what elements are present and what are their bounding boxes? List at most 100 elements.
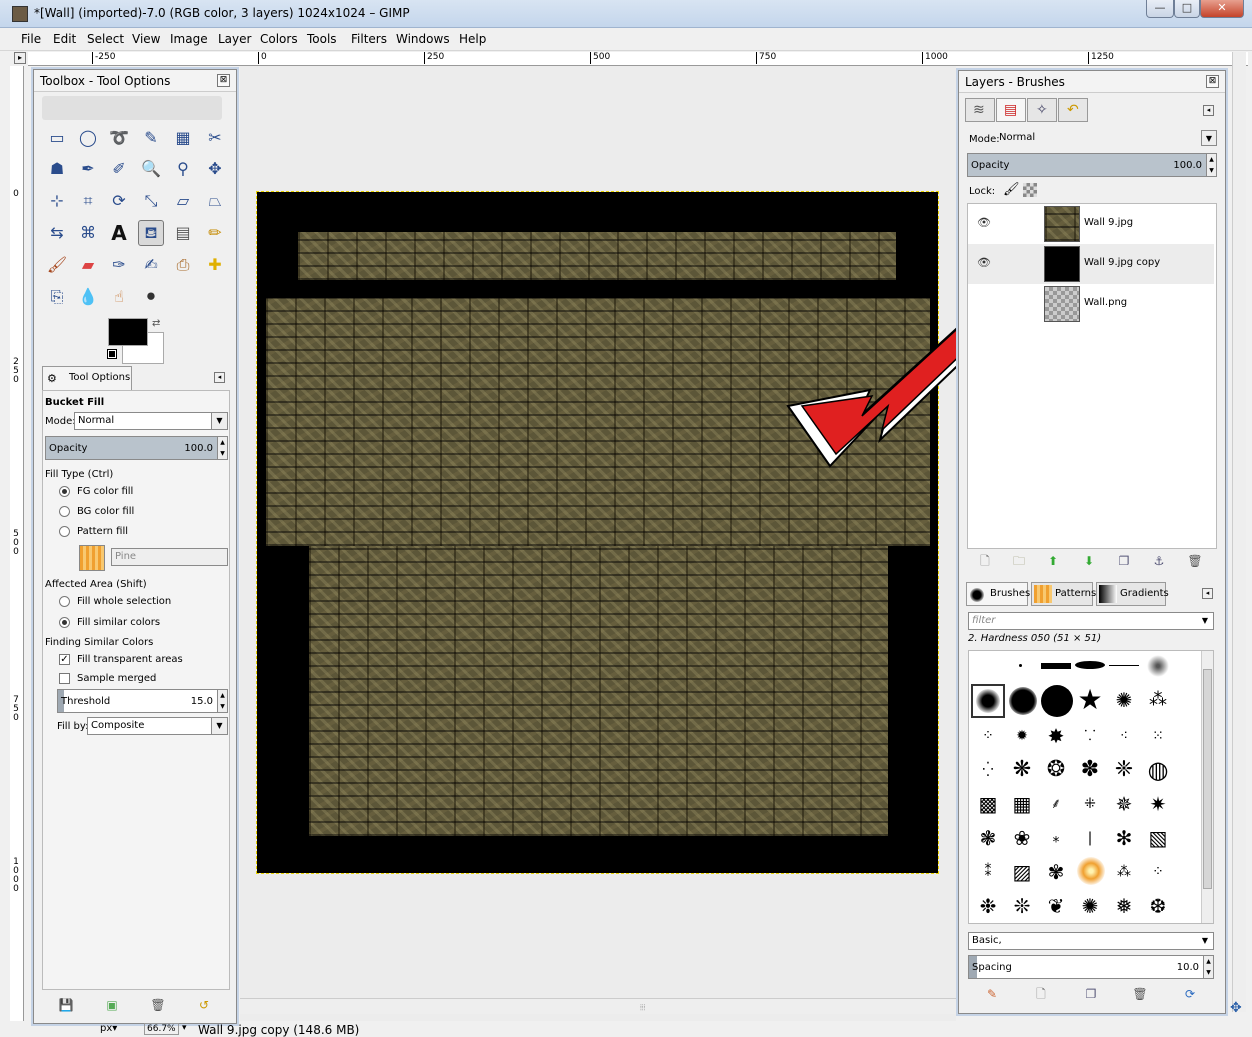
brush-item[interactable]: ⁑ (973, 857, 1003, 887)
brush-filter-input[interactable]: filter ▼ (968, 612, 1214, 630)
vertical-scrollbar[interactable] (1232, 52, 1246, 1012)
visibility-eye-icon[interactable]: 👁 (976, 216, 992, 230)
brush-item-selected[interactable] (971, 684, 1005, 718)
eraser-icon[interactable]: ▰ (75, 252, 101, 278)
scrollbar-thumb[interactable] (1203, 669, 1212, 889)
cage-transform-icon[interactable]: ⌘ (75, 220, 101, 246)
reset-options-icon[interactable]: ↺ (194, 996, 214, 1014)
perspective-clone-icon[interactable]: ⎘ (44, 284, 70, 310)
brush-grid[interactable]: ★ ✺ ⁂ ⁘ ✹ ✸ ⸪ ⁖ ⁙ ⁛ ❋ ❂ ✽ ❈ ◍ ▩ ▦ ⸙ ⁜ ✵ … (968, 650, 1214, 924)
scale-icon[interactable]: ⤡ (138, 188, 164, 214)
ink-icon[interactable]: ✍ (138, 252, 164, 278)
blend-icon[interactable]: ▤ (170, 220, 196, 246)
zoom-dropdown-icon[interactable]: ▾ (182, 1023, 187, 1033)
brush-item-sparks[interactable] (1077, 857, 1105, 885)
brush-item-star[interactable]: ★ (1075, 685, 1105, 715)
swap-colors-icon[interactable]: ⇄ (152, 318, 160, 329)
delete-options-icon[interactable]: 🗑 (148, 996, 168, 1014)
menu-layer[interactable]: Layer (218, 32, 251, 46)
brush-item[interactable]: ❋ (1007, 755, 1037, 785)
brush-item[interactable]: ❃ (973, 823, 1003, 853)
brush-item[interactable]: ❀ (1007, 823, 1037, 853)
paths-icon[interactable]: ✒ (75, 156, 101, 182)
brush-item[interactable]: ⁙ (1143, 721, 1173, 751)
move-icon[interactable]: ✥ (202, 156, 228, 182)
brush-item[interactable]: ❉ (973, 891, 1003, 921)
brush-item[interactable]: ▦ (1007, 789, 1037, 819)
lock-pixels-icon[interactable]: 🖌 (1003, 182, 1020, 197)
spin-arrows-icon[interactable]: ▲ ▼ (1203, 956, 1213, 978)
brush-item[interactable]: ✻ (1109, 823, 1139, 853)
brush-item[interactable]: ⁂ (1109, 857, 1139, 887)
foreground-color-swatch[interactable] (108, 318, 148, 346)
brush-item[interactable]: ⁘ (1143, 857, 1173, 887)
fill-transparent-label[interactable]: Fill transparent areas (77, 654, 183, 665)
brush-item[interactable]: ⁜ (1075, 789, 1105, 819)
tab-undo[interactable]: ↶ (1058, 98, 1088, 122)
fill-by-select[interactable]: Composite ▼ (87, 717, 228, 735)
brush-item[interactable]: ❂ (1041, 755, 1071, 785)
brush-item[interactable]: ❦ (1041, 891, 1071, 921)
sample-merged-label[interactable]: Sample merged (77, 673, 156, 684)
raise-layer-icon[interactable]: ⬆ (1043, 552, 1063, 570)
brush-item[interactable]: ◍ (1143, 755, 1173, 785)
fill-bg-label[interactable]: BG color fill (77, 506, 134, 517)
layer-opacity-slider[interactable]: Opacity 100.0 ▲ ▼ (967, 153, 1217, 177)
opacity-slider[interactable]: Opacity 100.0 ▲ ▼ (45, 436, 228, 460)
refresh-brushes-icon[interactable]: ⟳ (1180, 985, 1200, 1003)
crop-icon[interactable]: ⌗ (75, 188, 101, 214)
tab-brushes[interactable]: Brushes (966, 582, 1030, 606)
restore-options-icon[interactable]: ▣ (102, 996, 122, 1014)
tab-tool-options[interactable]: ⚙ Tool Options (42, 366, 132, 390)
brush-item[interactable]: ⁂ (1143, 685, 1173, 715)
brush-item[interactable]: ⁎ (1041, 823, 1071, 853)
tab-layers[interactable]: ≋ (965, 98, 995, 122)
brush-item[interactable]: ⁛ (973, 755, 1003, 785)
quick-mask-toggle[interactable]: ▸ (14, 52, 26, 64)
brush-item[interactable] (1041, 685, 1073, 717)
toolbox-titlebar[interactable]: Toolbox - Tool Options ⊠ (34, 70, 236, 92)
duplicate-brush-icon[interactable]: ❐ (1081, 985, 1101, 1003)
fill-pattern-radio[interactable] (59, 526, 70, 537)
color-picker-icon[interactable]: ✐ (106, 156, 132, 182)
brush-item[interactable]: ⸙ (1041, 789, 1071, 819)
perspective-icon[interactable]: ⏢ (202, 188, 228, 214)
new-brush-icon[interactable]: 🗋 (1031, 985, 1051, 1003)
brush-item[interactable] (1147, 655, 1169, 677)
rotate-icon[interactable]: ⟳ (106, 188, 132, 214)
close-button[interactable]: ✕ (1200, 0, 1244, 18)
menu-colors[interactable]: Colors (260, 32, 298, 46)
horizontal-scrollbar[interactable]: ⦙⦙⦙ (240, 998, 956, 1014)
foreground-select-icon[interactable]: ☗ (44, 156, 70, 182)
flip-icon[interactable]: ⇆ (44, 220, 70, 246)
brush-item[interactable]: ❅ (1109, 891, 1139, 921)
paintbrush-icon[interactable]: 🖌 (44, 252, 70, 278)
minimize-button[interactable]: — (1146, 0, 1174, 18)
menu-select[interactable]: Select (87, 32, 124, 46)
ellipse-select-icon[interactable]: ◯ (75, 125, 101, 151)
zoom-icon[interactable]: 🔍 (138, 156, 164, 182)
maximize-button[interactable]: □ (1174, 0, 1200, 18)
fill-bg-radio[interactable] (59, 506, 70, 517)
shear-icon[interactable]: ▱ (170, 188, 196, 214)
brush-item[interactable]: ✵ (1109, 789, 1139, 819)
brush-item[interactable] (1109, 665, 1139, 666)
zoom-select[interactable]: 66.7% (144, 1023, 179, 1035)
brush-item[interactable]: ✺ (1075, 891, 1105, 921)
threshold-slider[interactable]: Threshold 15.0 ▲ ▼ (57, 689, 228, 713)
edit-brush-icon[interactable]: ✎ (982, 985, 1002, 1003)
menu-file[interactable]: File (21, 32, 41, 46)
menu-filters[interactable]: Filters (351, 32, 387, 46)
layer-row-wall9-copy[interactable]: 👁 Wall 9.jpg copy (968, 244, 1214, 284)
brush-item[interactable]: ✺ (1109, 685, 1139, 715)
dodge-burn-icon[interactable]: ⚫ (138, 284, 164, 310)
panel-menu-icon[interactable]: ◂ (1202, 588, 1213, 599)
brush-grid-scrollbar[interactable] (1201, 651, 1213, 923)
fill-similar-colors-label[interactable]: Fill similar colors (77, 617, 160, 628)
menu-windows[interactable]: Windows (396, 32, 450, 46)
brush-item[interactable]: ❘ (1075, 823, 1105, 853)
select-by-color-icon[interactable]: ▦ (170, 125, 196, 151)
pattern-name-field[interactable]: Pine (111, 548, 228, 566)
brush-item[interactable]: ✸ (1041, 721, 1071, 751)
brush-item[interactable] (1075, 661, 1105, 669)
